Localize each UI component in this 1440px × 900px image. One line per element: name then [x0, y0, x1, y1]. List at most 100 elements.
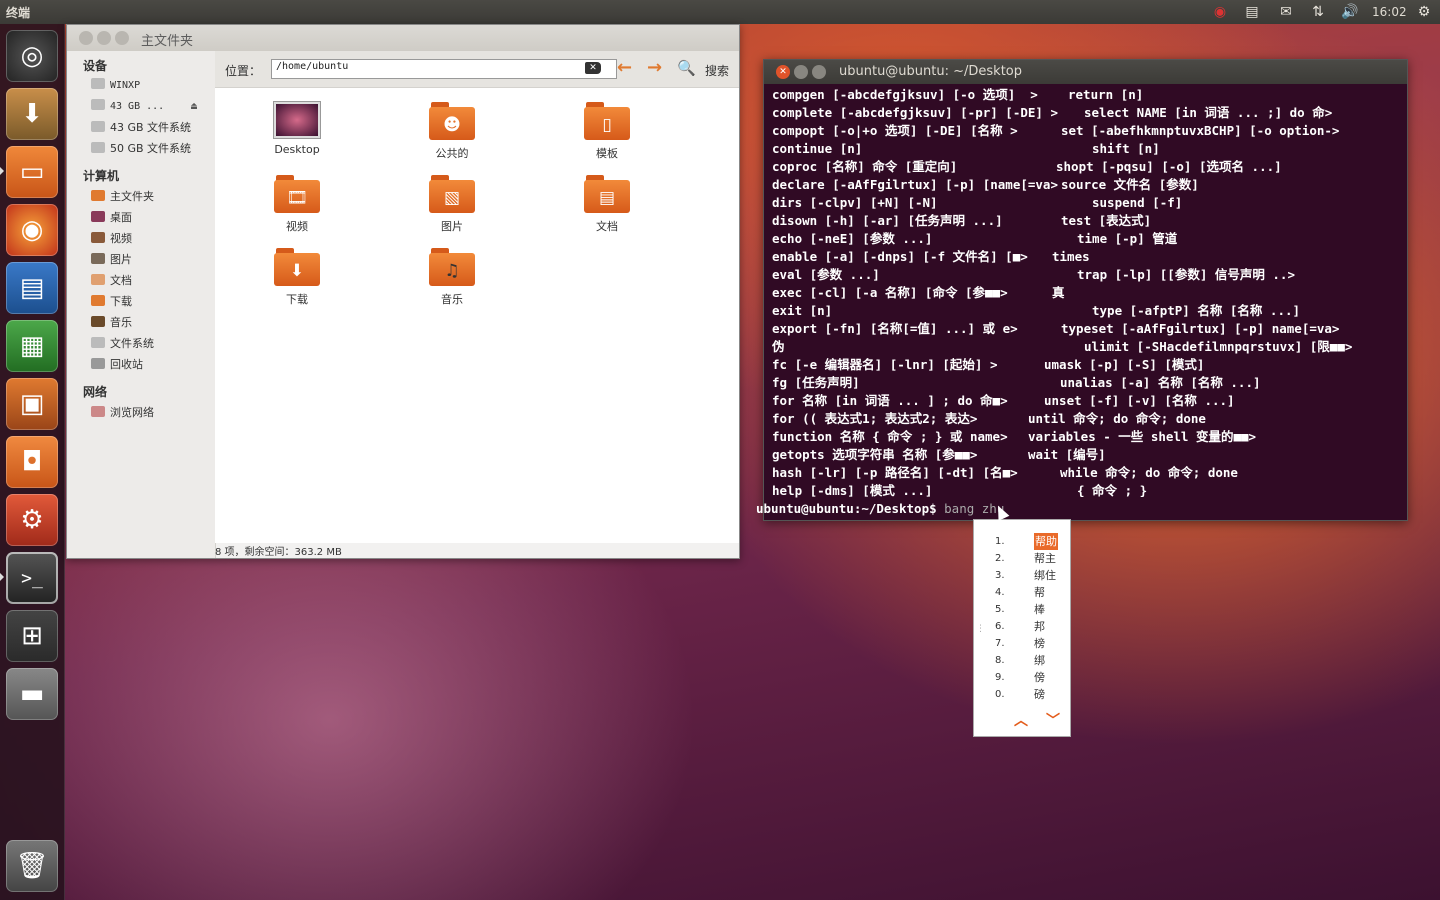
sidebar-item-documents[interactable]: 文档	[91, 272, 211, 290]
candidate-item[interactable]: 8. 绑	[974, 652, 1070, 669]
sidebar-item-trash[interactable]: 回收站	[91, 356, 211, 374]
terminal-line-right: ulimit [-SHacdefilmnpqrstuvx] [限■■>	[1084, 339, 1353, 354]
terminal-line-right: variables - 一些 shell 变量的■■>	[1028, 429, 1257, 444]
page-up-icon[interactable]: ︿	[1014, 710, 1028, 730]
file-item-templates[interactable]: ▯ 模板	[557, 102, 657, 161]
sidebar-item-filesystem[interactable]: 文件系统	[91, 335, 211, 353]
firefox-button[interactable]: ◉	[6, 204, 58, 256]
file-item-public[interactable]: ☻ 公共的	[402, 102, 502, 161]
power-gear-icon[interactable]: ⚙	[1414, 3, 1434, 21]
terminal-line: echo [-neE] [参数 ...] time [-p] 管道	[772, 230, 1402, 248]
sidebar-item-50gb-fs[interactable]: 50 GB 文件系统	[91, 140, 211, 158]
minimize-button[interactable]	[97, 31, 111, 45]
terminal-line: for 名称 [in 词语 ... ] ; do 命■> unset [-f] […	[772, 392, 1402, 410]
downloads-folder-icon: ⬇	[274, 248, 320, 286]
candidate-item[interactable]: 3. 绑住	[974, 567, 1070, 584]
search-icon[interactable]: 🔍	[677, 59, 696, 77]
fm-titlebar[interactable]: 主文件夹	[67, 25, 739, 51]
sidebar-item-music[interactable]: 音乐	[91, 314, 211, 332]
sidebar-item-winxp[interactable]: WINXP	[91, 77, 211, 95]
maximize-button[interactable]	[115, 31, 129, 45]
forward-arrow-icon[interactable]: →	[647, 57, 662, 78]
sidebar-item-43gb[interactable]: 43 GB ... ⏏	[91, 98, 211, 116]
minimize-icon[interactable]	[794, 65, 808, 79]
disk-drive-button[interactable]: ▬	[6, 668, 58, 720]
file-item-pictures[interactable]: ▧ 图片	[402, 175, 502, 234]
terminal-line-right: test [表达式]	[1061, 213, 1152, 228]
trash-button[interactable]: 🗑	[6, 840, 58, 892]
top-panel: 终端 ◉ ▤ ✉ ⇅ 🔊 16:02 ⚙	[0, 0, 1440, 24]
sidebar-item-home[interactable]: 主文件夹	[91, 188, 211, 206]
file-item-music[interactable]: ♫ 音乐	[402, 248, 502, 307]
terminal-line-right: wait [编号]	[1028, 447, 1106, 462]
candidate-number: 9.	[995, 672, 1005, 683]
launcher: ◎ ⬇ ▭ ◉ ▤ ▦ ▣ ◘ ⚙ >_ ⊞ ▬ 🗑	[0, 24, 65, 900]
install-ubuntu-button[interactable]: ⬇	[6, 88, 58, 140]
terminal-output[interactable]: compgen [-abcdefgjksuv] [-o 选项] > return …	[772, 86, 1402, 500]
terminal-line: compopt [-o|+o 选项] [-DE] [名称 > set [-abef…	[772, 122, 1402, 140]
candidate-item[interactable]: 6. 邦	[974, 618, 1070, 635]
candidate-item[interactable]: 4. 帮	[974, 584, 1070, 601]
file-item-desktop[interactable]: Desktop	[247, 102, 347, 156]
impress-button[interactable]: ▣	[6, 378, 58, 430]
sidebar-item-downloads[interactable]: 下载	[91, 293, 211, 311]
mail-icon[interactable]: ✉	[1276, 3, 1296, 21]
input-method-icon[interactable]: ◉	[1210, 3, 1230, 21]
maximize-icon[interactable]	[812, 65, 826, 79]
candidate-item[interactable]: 7. 榜	[974, 635, 1070, 652]
ime-candidate-panel: 1. 帮助 2. 帮主 3. 绑住 4. 帮 5. 棒 6. 邦 7. 榜 8. 绑 9. 傍 0. 磅 ⋮ ︿ ﹀	[973, 519, 1071, 737]
home-folder-button[interactable]: ▭	[6, 146, 58, 198]
back-arrow-icon[interactable]: ←	[617, 57, 632, 78]
candidate-item[interactable]: 0. 磅	[974, 686, 1070, 703]
prompt-line[interactable]: ubuntu@ubuntu:~/Desktop$ bang zhu	[756, 501, 1004, 516]
close-button[interactable]	[79, 31, 93, 45]
devices-header: 设备	[83, 59, 108, 73]
terminal-line: disown [-h] [-ar] [任务声明 ...] test [表达式]	[772, 212, 1402, 230]
sidebar-item-browse-network[interactable]: 浏览网络	[91, 404, 211, 422]
clipboard-icon[interactable]: ▤	[1242, 3, 1262, 21]
terminal-title: ubuntu@ubuntu: ~/Desktop	[839, 64, 1023, 79]
candidate-item[interactable]: 1. 帮助	[974, 533, 1070, 550]
calc-button[interactable]: ▦	[6, 320, 58, 372]
workspace-switcher-button[interactable]: ⊞	[6, 610, 58, 662]
file-item-downloads[interactable]: ⬇ 下载	[247, 248, 347, 307]
clock[interactable]: 16:02	[1372, 5, 1407, 19]
candidate-number: 1.	[995, 536, 1005, 547]
software-center-button[interactable]: ◘	[6, 436, 58, 488]
terminal-button[interactable]: >_	[6, 552, 58, 604]
close-icon[interactable]: ✕	[776, 65, 790, 79]
candidate-item[interactable]: 9. 傍	[974, 669, 1070, 686]
terminal-line: export [-fn] [名称[=值] ...] 或 e> typeset [-…	[772, 320, 1402, 338]
clear-location-icon[interactable]: ✕	[585, 62, 601, 74]
computer-header: 计算机	[83, 169, 120, 183]
terminal-titlebar[interactable]: ✕ ubuntu@ubuntu: ~/Desktop	[764, 60, 1407, 84]
eject-icon[interactable]: ⏏	[191, 98, 197, 116]
sidebar-item-desktop[interactable]: 桌面	[91, 209, 211, 227]
terminal-line-right: trap [-lp] [[参数] 信号声明 ..>	[1077, 267, 1295, 282]
volume-icon[interactable]: 🔊	[1340, 3, 1360, 21]
candidate-item[interactable]: 2. 帮主	[974, 550, 1070, 567]
system-settings-button[interactable]: ⚙	[6, 494, 58, 546]
file-item-documents[interactable]: ▤ 文档	[557, 175, 657, 234]
candidate-word: 帮	[1034, 586, 1045, 599]
candidate-item[interactable]: 5. 棒	[974, 601, 1070, 618]
network-icon[interactable]: ⇅	[1308, 3, 1328, 21]
drag-handle-icon[interactable]: ⋮	[976, 624, 985, 634]
location-input[interactable]: /home/ubuntu	[271, 59, 617, 79]
page-down-icon[interactable]: ﹀	[1046, 710, 1060, 730]
search-button[interactable]: 搜索	[705, 62, 729, 79]
candidate-number: 8.	[995, 655, 1005, 666]
terminal-line-left: getopts 选项字符串 名称 [参■■>	[772, 447, 978, 462]
downloads-folder-icon	[91, 295, 105, 306]
terminal-line: fg [任务声明] unalias [-a] 名称 [名称 ...]	[772, 374, 1402, 392]
candidate-word: 帮助	[1034, 533, 1058, 550]
sidebar-item-pictures[interactable]: 图片	[91, 251, 211, 269]
dash-home-button[interactable]: ◎	[6, 30, 58, 82]
terminal-line-right: select NAME [in 词语 ... ;] do 命>	[1084, 105, 1333, 120]
sidebar-item-43gb-fs[interactable]: 43 GB 文件系统	[91, 119, 211, 137]
candidate-number: 4.	[995, 587, 1005, 598]
terminal-line-right: while 命令; do 命令; done	[1060, 465, 1238, 480]
file-item-videos[interactable]: 🎞 视频	[247, 175, 347, 234]
writer-button[interactable]: ▤	[6, 262, 58, 314]
sidebar-item-videos[interactable]: 视频	[91, 230, 211, 248]
